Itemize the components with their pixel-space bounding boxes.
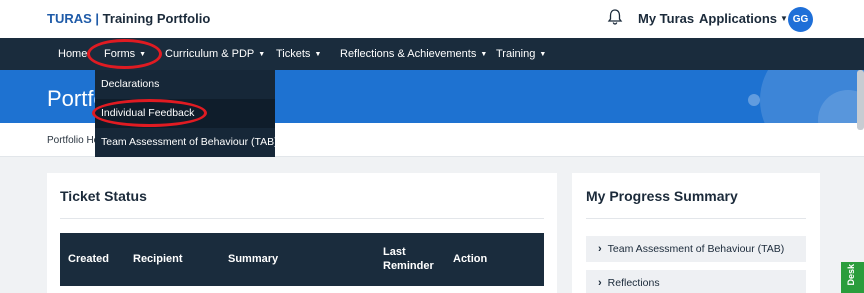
- column-header-recipient[interactable]: Recipient: [133, 253, 183, 265]
- nav-item-label: Home: [58, 48, 88, 60]
- progress-item-label: Team Assessment of Behaviour (TAB): [607, 243, 785, 255]
- ticket-status-card: Ticket Status Created Recipient Summary …: [47, 173, 557, 293]
- brand-logo[interactable]: TURAS | Training Portfolio: [47, 11, 210, 26]
- top-bar: TURAS | Training Portfolio My Turas Appl…: [0, 0, 864, 38]
- divider: [60, 218, 544, 219]
- chevron-down-icon: ▼: [480, 51, 488, 58]
- applications-label: Applications: [699, 11, 778, 26]
- page-scrollbar[interactable]: [857, 70, 864, 130]
- main-nav: Home Forms ▼ Curriculum & PDP ▼ Tickets ▼ R…: [0, 38, 864, 70]
- desk-tab[interactable]: Desk: [841, 262, 864, 293]
- my-turas-link[interactable]: My Turas: [638, 11, 694, 26]
- applications-menu[interactable]: Applications ▼: [699, 11, 788, 26]
- nav-item-training[interactable]: Training ▼: [496, 48, 546, 60]
- nav-item-label: Tickets: [276, 48, 311, 60]
- column-header-summary[interactable]: Summary: [228, 253, 278, 265]
- chevron-down-icon: ▼: [539, 51, 547, 58]
- column-header-action[interactable]: Action: [453, 253, 487, 265]
- chevron-right-icon: ›: [598, 277, 602, 289]
- nav-item-home[interactable]: Home: [58, 48, 87, 60]
- user-avatar[interactable]: GG: [788, 7, 813, 32]
- menu-item-tab[interactable]: Team Assessment of Behaviour (TAB): [95, 128, 278, 157]
- menu-item-declarations[interactable]: Declarations: [95, 70, 275, 99]
- progress-item-label: Reflections: [607, 277, 660, 289]
- progress-item-reflections[interactable]: › Reflections: [586, 270, 806, 293]
- divider: [586, 218, 806, 219]
- chevron-down-icon: ▼: [258, 51, 266, 58]
- ticket-status-title: Ticket Status: [60, 188, 147, 204]
- brand-title: Training Portfolio: [102, 11, 211, 26]
- column-header-last-reminder[interactable]: Last Reminder: [383, 245, 434, 273]
- nav-item-label: Reflections & Achievements: [340, 48, 477, 60]
- column-header-created[interactable]: Created: [68, 253, 109, 265]
- notification-bell-icon[interactable]: [606, 8, 624, 26]
- desk-tab-label: Desk: [846, 264, 856, 286]
- progress-summary-card: My Progress Summary › Team Assessment of …: [572, 173, 820, 293]
- forms-dropdown-menu: Declarations Individual Feedback Team As…: [95, 70, 278, 157]
- nav-item-forms[interactable]: Forms ▼: [104, 48, 146, 60]
- brand-separator: |: [95, 11, 100, 26]
- chevron-down-icon: ▼: [139, 51, 147, 58]
- chevron-right-icon: ›: [598, 243, 602, 255]
- nav-item-label: Training: [496, 48, 536, 60]
- nav-item-tickets[interactable]: Tickets ▼: [276, 48, 321, 60]
- menu-item-individual-feedback[interactable]: Individual Feedback: [95, 99, 275, 128]
- progress-summary-title: My Progress Summary: [586, 188, 738, 204]
- nav-item-reflections[interactable]: Reflections & Achievements ▼: [340, 48, 487, 60]
- chevron-down-icon: ▼: [314, 51, 322, 58]
- ticket-table-header: Created Recipient Summary Last Reminder …: [60, 233, 544, 286]
- decorative-bubble: [748, 94, 760, 106]
- brand-turas: TURAS: [47, 11, 92, 26]
- chevron-down-icon: ▼: [780, 14, 788, 23]
- nav-item-label: Curriculum & PDP: [165, 48, 255, 60]
- progress-item-tab[interactable]: › Team Assessment of Behaviour (TAB): [586, 236, 806, 262]
- nav-item-label: Forms: [104, 48, 136, 60]
- nav-item-curriculum[interactable]: Curriculum & PDP ▼: [165, 48, 265, 60]
